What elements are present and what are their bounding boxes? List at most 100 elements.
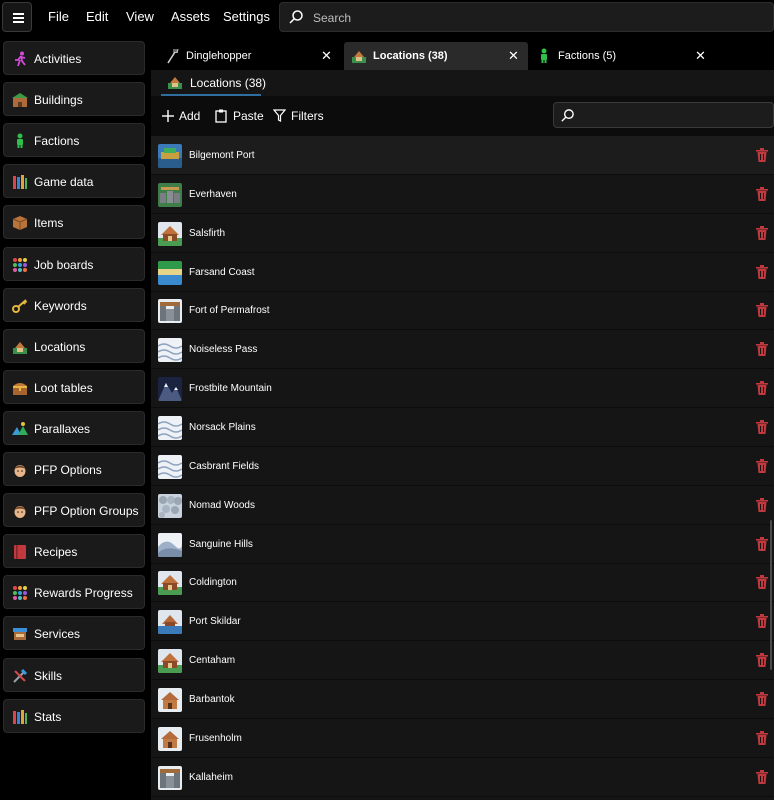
hamburger-line bbox=[13, 21, 24, 23]
location-name: Centaham bbox=[189, 655, 236, 667]
add-button[interactable]: Add bbox=[162, 108, 202, 124]
close-icon[interactable]: ✕ bbox=[695, 48, 706, 64]
trash-icon[interactable] bbox=[756, 419, 768, 434]
hamburger-menu-button[interactable] bbox=[2, 2, 32, 32]
face-icon bbox=[12, 503, 28, 519]
sidebar-item-keywords[interactable]: Keywords bbox=[3, 287, 145, 322]
list-item[interactable]: Fort of Permafrost bbox=[151, 291, 774, 331]
menu-assets[interactable]: Assets bbox=[171, 9, 210, 24]
location-name: Kallaheim bbox=[189, 771, 233, 783]
sidebar-item-items[interactable]: Items bbox=[3, 205, 145, 240]
list-item[interactable]: Everhaven bbox=[151, 175, 774, 214]
trash-icon[interactable] bbox=[756, 186, 768, 201]
sidebar-item-skills[interactable]: Skills bbox=[3, 657, 145, 692]
list-item[interactable]: Bilgemont Port bbox=[151, 136, 774, 175]
sidebar-item-recipes[interactable]: Recipes bbox=[3, 534, 145, 569]
trash-icon[interactable] bbox=[756, 458, 768, 473]
filters-label: Filters bbox=[291, 109, 324, 123]
sidebar-item-label: Factions bbox=[34, 134, 80, 149]
list-item[interactable]: Sanguine Hills bbox=[151, 525, 774, 564]
trash-icon[interactable] bbox=[756, 497, 768, 512]
close-icon[interactable]: ✕ bbox=[321, 48, 332, 64]
menu-file[interactable]: File bbox=[48, 9, 69, 24]
trash-icon[interactable] bbox=[756, 342, 768, 357]
sidebar-item-loot-tables[interactable]: Loot tables bbox=[3, 369, 145, 404]
trash-icon[interactable] bbox=[756, 769, 768, 784]
trash-icon[interactable] bbox=[756, 536, 768, 551]
trash-icon[interactable] bbox=[756, 264, 768, 279]
sidebar-item-game-data[interactable]: Game data bbox=[3, 164, 145, 199]
location-name: Barbantok bbox=[189, 693, 235, 705]
location-thumbnail bbox=[158, 415, 182, 440]
location-name: Coldington bbox=[189, 577, 237, 589]
global-search-input[interactable]: Search bbox=[279, 2, 774, 32]
trash-icon[interactable] bbox=[756, 303, 768, 318]
location-thumbnail bbox=[158, 377, 182, 402]
tab-dinglehopper[interactable]: Dinglehopper ✕ bbox=[155, 42, 342, 70]
list-item[interactable]: Port Skildar bbox=[151, 602, 774, 642]
trash-icon[interactable] bbox=[756, 381, 768, 396]
paste-label: Paste bbox=[233, 109, 264, 123]
location-thumbnail bbox=[158, 610, 182, 635]
list-item[interactable]: Farsand Coast bbox=[151, 253, 774, 292]
trash-icon[interactable] bbox=[756, 148, 768, 162]
location-name: Farsand Coast bbox=[189, 266, 255, 278]
face-icon bbox=[12, 462, 28, 478]
trash-icon[interactable] bbox=[756, 575, 768, 590]
sidebar-item-factions[interactable]: Factions bbox=[3, 123, 145, 158]
subtab-label: Locations (38) bbox=[190, 76, 267, 90]
close-icon[interactable]: ✕ bbox=[508, 48, 519, 64]
sidebar-item-stats[interactable]: Stats bbox=[3, 698, 145, 733]
sidebar-item-label: Job boards bbox=[34, 257, 94, 272]
sidebar-item-label: Buildings bbox=[34, 93, 83, 108]
trash-icon[interactable] bbox=[756, 653, 768, 668]
sidebar-item-pfp-options[interactable]: PFP Options bbox=[3, 452, 145, 486]
person-icon bbox=[541, 48, 547, 63]
tab-locations[interactable]: Locations (38) ✕ bbox=[344, 42, 528, 70]
list-item[interactable]: Noiseless Pass bbox=[151, 330, 774, 370]
list-item[interactable]: Centaham bbox=[151, 641, 774, 681]
menu-edit[interactable]: Edit bbox=[86, 9, 108, 24]
location-thumbnail bbox=[158, 726, 182, 751]
trash-icon[interactable] bbox=[756, 691, 768, 706]
tab-factions[interactable]: Factions (5) ✕ bbox=[530, 42, 716, 70]
plus-icon bbox=[162, 110, 174, 122]
list-item[interactable]: Frusenholm bbox=[151, 719, 774, 758]
trash-icon[interactable] bbox=[756, 225, 768, 240]
list-item[interactable]: Salsfirth bbox=[151, 214, 774, 253]
sidebar-item-locations[interactable]: Locations bbox=[3, 328, 145, 363]
location-name: Fort of Permafrost bbox=[189, 305, 270, 317]
paste-button[interactable]: Paste bbox=[215, 108, 265, 124]
menu-view[interactable]: View bbox=[126, 9, 154, 24]
sidebar-item-label: Items bbox=[34, 216, 64, 231]
dot-grid-icon bbox=[12, 585, 28, 601]
sidebar-item-label: PFP Options bbox=[34, 463, 102, 477]
sidebar-item-buildings[interactable]: Buildings bbox=[3, 82, 145, 117]
trash-icon[interactable] bbox=[756, 730, 768, 745]
menu-settings[interactable]: Settings bbox=[223, 9, 270, 24]
sidebar-item-parallaxes[interactable]: Parallaxes bbox=[3, 410, 145, 445]
books-icon bbox=[12, 709, 28, 725]
location-name: Nomad Woods bbox=[189, 499, 255, 511]
list-item[interactable]: Coldington bbox=[151, 563, 774, 603]
location-name: Bilgemont Port bbox=[189, 150, 255, 161]
location-name: Casbrant Fields bbox=[189, 460, 260, 472]
trash-icon[interactable] bbox=[756, 614, 768, 629]
top-menu-bar: File Edit View Assets Settings Search bbox=[0, 0, 774, 36]
sidebar-item-rewards-progress[interactable]: Rewards Progress bbox=[3, 575, 145, 610]
building-icon bbox=[12, 92, 28, 108]
list-item[interactable]: Frostbite Mountain bbox=[151, 369, 774, 409]
list-filter-input[interactable] bbox=[553, 102, 774, 128]
scrollbar[interactable] bbox=[770, 520, 772, 670]
sidebar-item-services[interactable]: Services bbox=[3, 616, 145, 651]
location-name: Noiseless Pass bbox=[189, 344, 258, 356]
list-item[interactable]: Norsack Plains bbox=[151, 408, 774, 447]
sidebar-item-activities[interactable]: Activities bbox=[3, 41, 145, 75]
list-item[interactable]: Kallaheim bbox=[151, 758, 774, 797]
filters-button[interactable]: Filters bbox=[273, 108, 325, 124]
sidebar-item-pfp-option-groups[interactable]: PFP Option Groups bbox=[3, 493, 145, 528]
list-item[interactable]: Casbrant Fields bbox=[151, 447, 774, 486]
sidebar-item-job-boards[interactable]: Job boards bbox=[3, 246, 145, 281]
list-item[interactable]: Nomad Woods bbox=[151, 486, 774, 525]
list-item[interactable]: Barbantok bbox=[151, 680, 774, 719]
